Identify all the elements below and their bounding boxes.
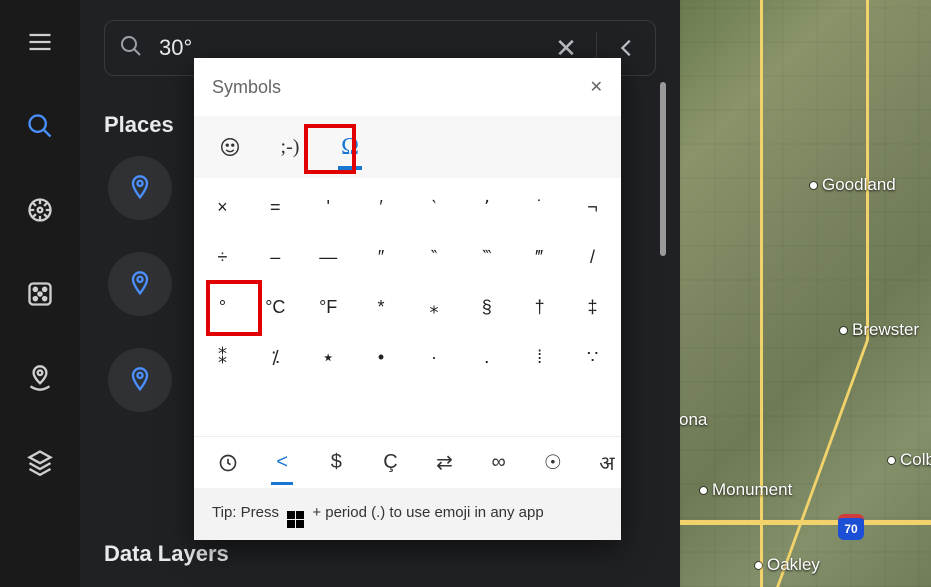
symbol-cell[interactable]: * (355, 282, 408, 332)
symbol-cell[interactable]: – (249, 232, 302, 282)
symbol-cell[interactable]: · (408, 332, 461, 382)
city-label: Brewster (840, 320, 919, 340)
map-canvas[interactable]: Goodland Brewster Colby Monument Oakley … (680, 0, 931, 587)
city-label: Goodland (810, 175, 896, 195)
symbol-cell[interactable]: °C (249, 282, 302, 332)
symbol-cell[interactable]: ˙ (513, 182, 566, 232)
tab-kaomoji[interactable]: ;-) (274, 124, 306, 170)
popup-title: Symbols (212, 77, 281, 98)
pin-stack-icon[interactable] (26, 364, 54, 392)
symbol-cell[interactable]: ٭ (302, 332, 355, 382)
cat-arrows[interactable]: ⇄ (431, 443, 459, 483)
cat-recent[interactable] (214, 443, 242, 483)
cat-latin[interactable]: Ç (376, 443, 404, 483)
picker-tabs: ;-) Ω (194, 116, 621, 178)
tab-symbols[interactable]: Ω (334, 124, 366, 170)
cat-language[interactable]: अ (593, 443, 621, 483)
symbol-cell[interactable]: • (355, 332, 408, 382)
cat-currency[interactable]: $ (322, 443, 350, 483)
symbol-cell[interactable]: ″ (355, 232, 408, 282)
symbols-picker: Symbols ✕ ;-) Ω ×=ʹ′‵٬˙¬ ÷–—″‶‷‴/ °°C°F*⁎§… (194, 58, 621, 540)
symbol-cell[interactable]: ′ (355, 182, 408, 232)
symbol-cell[interactable]: ∵ (566, 332, 619, 382)
tab-emoji[interactable] (214, 124, 246, 170)
place-pin[interactable] (108, 348, 172, 412)
city-label: Monument (700, 480, 792, 500)
tip-bar: Tip: Press + period (.) to use emoji in … (194, 488, 621, 540)
cat-geometric[interactable]: ☉ (539, 443, 567, 483)
dice-icon[interactable] (26, 280, 54, 308)
symbol-cell[interactable]: ⁑ (196, 332, 249, 382)
symbol-cell[interactable]: ‷ (460, 232, 513, 282)
city-label: ona (680, 410, 707, 430)
scrollbar[interactable] (660, 82, 666, 256)
symbol-cell[interactable]: ¬ (566, 182, 619, 232)
symbols-grid: ×=ʹ′‵٬˙¬ ÷–—″‶‷‴/ °°C°F*⁎§†‡ ⁑⁒٭•·․⁞∵ (194, 178, 621, 436)
tip-text: + period (.) to use emoji in any app (312, 504, 543, 521)
close-icon[interactable]: ✕ (590, 77, 603, 97)
symbol-cell[interactable]: ° (196, 282, 249, 332)
nav-rail (0, 0, 80, 587)
search-nav-icon[interactable] (26, 112, 54, 140)
symbol-cell[interactable]: ⁞ (513, 332, 566, 382)
place-pin[interactable] (108, 252, 172, 316)
symbol-cell[interactable]: ‶ (408, 232, 461, 282)
symbol-cell[interactable]: — (302, 232, 355, 282)
symbol-cell[interactable]: ⁒ (249, 332, 302, 382)
windows-logo-icon (287, 511, 304, 528)
wheel-icon[interactable] (26, 196, 54, 224)
symbol-cell[interactable]: § (460, 282, 513, 332)
highway (680, 520, 931, 525)
symbol-cell[interactable]: °F (302, 282, 355, 332)
symbol-cell[interactable]: = (249, 182, 302, 232)
symbol-cell[interactable]: ․ (460, 332, 513, 382)
symbol-cell[interactable]: ‴ (513, 232, 566, 282)
search-icon (119, 34, 143, 63)
symbol-cell[interactable]: ٬ (460, 182, 513, 232)
layers-icon[interactable] (26, 448, 54, 476)
city-label: Colby (888, 450, 931, 470)
cat-punctuation[interactable]: < (268, 443, 296, 483)
symbol-cell[interactable]: ‡ (566, 282, 619, 332)
road (775, 340, 869, 587)
interstate-shield: 70 (838, 514, 864, 540)
symbol-cell[interactable]: / (566, 232, 619, 282)
symbol-cell[interactable]: † (513, 282, 566, 332)
road (866, 0, 869, 340)
category-row: < $ Ç ⇄ ∞ ☉ अ (194, 436, 621, 488)
place-pin[interactable] (108, 156, 172, 220)
symbol-cell[interactable]: ÷ (196, 232, 249, 282)
symbol-cell[interactable]: ‵ (408, 182, 461, 232)
hamburger-icon[interactable] (26, 28, 54, 56)
city-label: Oakley (755, 555, 820, 575)
tip-text: Tip: Press (212, 504, 283, 521)
symbol-cell[interactable]: ⁎ (408, 282, 461, 332)
cat-math[interactable]: ∞ (485, 443, 513, 483)
symbol-cell[interactable]: ʹ (302, 182, 355, 232)
datalayers-heading: Data Layers (104, 541, 229, 567)
symbol-cell[interactable]: × (196, 182, 249, 232)
